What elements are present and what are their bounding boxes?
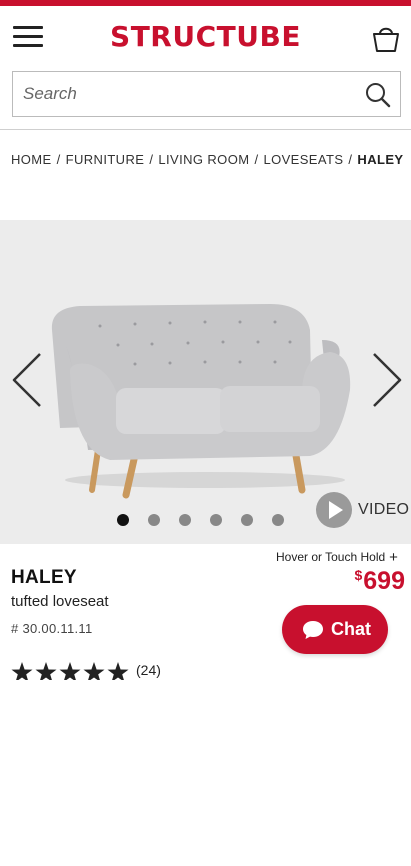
product-price: $699 [354, 567, 405, 596]
breadcrumb-separator: / [254, 152, 259, 167]
breadcrumb-furniture[interactable]: FURNITURE [66, 152, 145, 167]
breadcrumb-home[interactable]: HOME [11, 152, 52, 167]
product-rating[interactable]: (24) [11, 660, 211, 680]
star-icon [35, 662, 57, 680]
carousel-dot[interactable] [241, 514, 253, 526]
carousel-dot[interactable] [148, 514, 160, 526]
chat-button[interactable]: Chat [282, 605, 388, 654]
product-sku: # 30.00.11.11 [11, 621, 93, 636]
chat-bubble-icon [303, 621, 323, 639]
chat-label: Chat [331, 619, 371, 639]
breadcrumb-current: HALEY [357, 152, 404, 167]
breadcrumb-separator: / [348, 152, 353, 167]
shopping-bag-icon[interactable] [370, 24, 402, 54]
play-icon [316, 492, 352, 528]
carousel-dot[interactable] [179, 514, 191, 526]
zoom-hint-text: Hover or Touch Hold [276, 550, 386, 564]
product-image [51, 304, 351, 499]
star-icon [107, 662, 129, 680]
star-icon [83, 662, 105, 680]
star-icon [11, 662, 33, 680]
video-label: VIDEO [358, 501, 410, 518]
plus-icon: + [389, 549, 398, 566]
site-logo[interactable]: STRUCTUBE [0, 20, 411, 53]
carousel-dot[interactable] [117, 514, 129, 526]
star-icon [59, 662, 81, 680]
chevron-right-icon[interactable] [370, 350, 404, 410]
carousel-dot[interactable] [210, 514, 222, 526]
breadcrumb-loveseats[interactable]: LOVESEATS [263, 152, 343, 167]
price-value: 699 [363, 567, 405, 595]
rating-count: (24) [136, 662, 161, 678]
breadcrumb-separator: / [56, 152, 61, 167]
zoom-hint[interactable]: Hover or Touch Hold + [276, 549, 398, 566]
product-name: HALEY [11, 567, 77, 588]
product-gallery[interactable]: VIDEO [0, 220, 411, 544]
chevron-left-icon[interactable] [10, 350, 44, 410]
header-divider [0, 129, 411, 130]
breadcrumb-living-room[interactable]: LIVING ROOM [158, 152, 249, 167]
video-button[interactable]: VIDEO [316, 492, 410, 530]
breadcrumb-separator: / [149, 152, 154, 167]
breadcrumb: HOME / FURNITURE / LIVING ROOM / LOVESEATS / HAL… [11, 152, 406, 167]
search-input[interactable] [13, 72, 353, 116]
price-currency: $ [354, 567, 363, 583]
carousel-dot[interactable] [272, 514, 284, 526]
site-header: STRUCTUBE [0, 6, 411, 64]
search-icon[interactable] [364, 81, 392, 109]
search-bar [12, 71, 401, 117]
product-subtitle: tufted loveseat [11, 593, 109, 610]
